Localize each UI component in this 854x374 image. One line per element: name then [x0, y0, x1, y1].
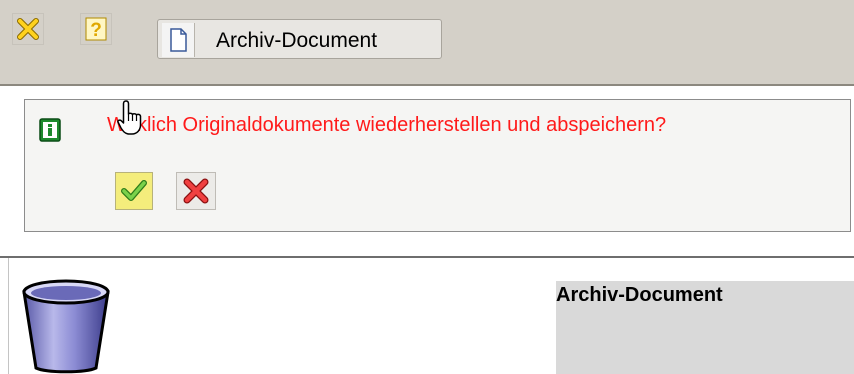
question-mark-icon: ? [85, 17, 107, 41]
document-panel: Archiv-Document [556, 281, 854, 374]
cancel-button[interactable] [176, 172, 216, 210]
tab-label: Archiv-Document [216, 29, 378, 52]
close-x-icon [183, 178, 209, 204]
close-icon [17, 18, 39, 40]
close-button[interactable] [12, 13, 44, 45]
tab-archiv-document[interactable]: Archiv-Document [157, 19, 442, 59]
checkmark-icon [121, 180, 147, 201]
hand-cursor-icon [117, 100, 142, 135]
document-panel-title: Archiv-Document [556, 284, 723, 306]
document-tab-icon-area [162, 23, 195, 57]
confirm-button[interactable] [115, 172, 153, 210]
document-icon [170, 28, 187, 52]
svg-text:?: ? [90, 20, 102, 41]
section-divider [0, 256, 854, 258]
trash-bin-icon[interactable] [20, 278, 112, 374]
toolbar: ? Archiv-Document [0, 0, 854, 86]
left-border-line [8, 258, 9, 374]
dialog-message: Wirklich Originaldokumente wiederherstel… [107, 114, 667, 136]
help-button[interactable]: ? [80, 13, 112, 45]
confirmation-dialog: Wirklich Originaldokumente wiederherstel… [24, 99, 851, 232]
info-icon [39, 118, 61, 142]
